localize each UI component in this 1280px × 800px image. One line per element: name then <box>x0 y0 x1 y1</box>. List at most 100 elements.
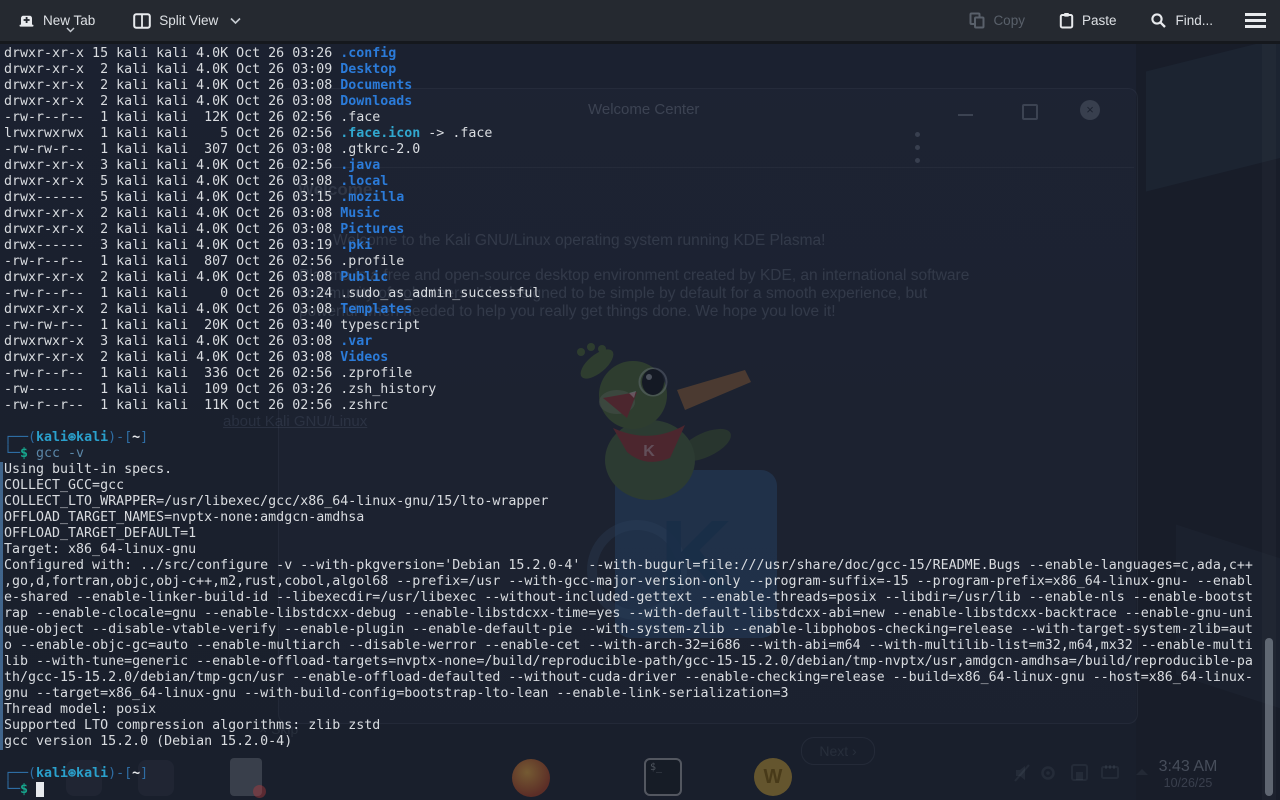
ls-row: drwxr-xr-x 2 kali kali 4.0K Oct 26 03:08… <box>4 206 1253 222</box>
ls-row: drwxr-xr-x 2 kali kali 4.0K Oct 26 03:08… <box>4 302 1253 318</box>
file-name: .java <box>340 158 380 173</box>
file-name: .face.icon <box>340 126 420 141</box>
output-line: th/gcc-15-15.2.0/debian/tmp-gcn/usr --en… <box>4 670 1253 686</box>
output-line: Configured with: ../src/configure -v --w… <box>4 558 1253 574</box>
split-view-icon <box>133 13 151 29</box>
file-name: Public <box>340 270 388 285</box>
file-name: .zprofile <box>340 366 412 381</box>
scrollbar-thumb[interactable] <box>1265 638 1273 796</box>
chevron-down-icon <box>66 27 75 33</box>
menu-button[interactable] <box>1237 0 1274 43</box>
ls-row: -rw-rw-r-- 1 kali kali 20K Oct 26 03:40 … <box>4 318 1253 334</box>
prompt-user: kali⊛kali <box>36 766 108 781</box>
output-line: Using built-in specs. <box>4 462 1253 478</box>
file-name: Pictures <box>340 222 404 237</box>
split-view-button[interactable]: Split View <box>123 0 251 43</box>
prompt-line: ┌──(kali⊛kali)-[~] <box>4 766 1253 782</box>
file-name: .zsh_history <box>340 382 436 397</box>
copy-icon <box>969 12 985 29</box>
ls-row: drwx------ 5 kali kali 4.0K Oct 26 03:15… <box>4 190 1253 206</box>
ls-row: -rw-r--r-- 1 kali kali 336 Oct 26 02:56 … <box>4 366 1253 382</box>
ls-row: -rw-r--r-- 1 kali kali 12K Oct 26 02:56 … <box>4 110 1253 126</box>
file-name: typescript <box>340 318 420 333</box>
output-line: Target: x86_64-linux-gnu <box>4 542 1253 558</box>
prompt-user: kali⊛kali <box>36 430 108 445</box>
new-tab-icon <box>18 12 35 29</box>
prompt-line: └─$ gcc -v <box>4 446 1253 462</box>
prompt-line: ┌──(kali⊛kali)-[~] <box>4 430 1253 446</box>
file-name: .sudo_as_admin_successful <box>340 286 540 301</box>
ls-row: drwxr-xr-x 2 kali kali 4.0K Oct 26 03:08… <box>4 350 1253 366</box>
file-name: Documents <box>340 78 412 93</box>
file-name: Videos <box>340 350 388 365</box>
terminal-text: drwxr-xr-x 15 kali kali 4.0K Oct 26 03:2… <box>4 46 1253 798</box>
scrollbar-track[interactable] <box>1262 44 1276 800</box>
new-tab-button[interactable]: New Tab <box>8 0 105 43</box>
ls-row: -rw-rw-r-- 1 kali kali 307 Oct 26 03:08 … <box>4 142 1253 158</box>
ls-row: drwxr-xr-x 2 kali kali 4.0K Oct 26 03:09… <box>4 62 1253 78</box>
ls-row: -rw-r--r-- 1 kali kali 11K Oct 26 02:56 … <box>4 398 1253 414</box>
ls-row: drwxr-xr-x 5 kali kali 4.0K Oct 26 03:08… <box>4 174 1253 190</box>
ls-row: drwxr-xr-x 2 kali kali 4.0K Oct 26 03:08… <box>4 270 1253 286</box>
file-name: Downloads <box>340 94 412 109</box>
file-name: Templates <box>340 302 412 317</box>
paste-button[interactable]: Paste <box>1049 0 1127 43</box>
file-name: .pki <box>340 238 372 253</box>
prompt-path: ~ <box>132 430 140 445</box>
prompt-path: ~ <box>132 766 140 781</box>
terminal[interactable]: Welcome Welcome to the Kali GNU/Linux op… <box>0 44 1280 800</box>
terminal-cursor <box>36 782 44 797</box>
output-line: Thread model: posix <box>4 702 1253 718</box>
ls-row: drwxr-xr-x 15 kali kali 4.0K Oct 26 03:2… <box>4 46 1253 62</box>
qterminal-window: New Tab Split View Copy <box>0 0 1280 800</box>
output-line: Supported LTO compression algorithms: zl… <box>4 718 1253 734</box>
output-line: OFFLOAD_TARGET_DEFAULT=1 <box>4 526 1253 542</box>
search-icon <box>1150 12 1167 29</box>
command-text: gcc -v <box>36 446 84 461</box>
chevron-down-icon <box>230 17 241 25</box>
output-accent-bar <box>0 462 3 750</box>
output-line: rap --enable-clocale=gnu --enable-libstd… <box>4 606 1253 622</box>
file-name: .config <box>340 46 396 61</box>
ls-row: -rw------- 1 kali kali 109 Oct 26 03:26 … <box>4 382 1253 398</box>
output-line: e-shared --enable-linker-build-id --libe… <box>4 590 1253 606</box>
output-line: gnu --target=x86_64-linux-gnu --with-bui… <box>4 686 1253 702</box>
ls-row: drwxrwxr-x 3 kali kali 4.0K Oct 26 03:08… <box>4 334 1253 350</box>
ls-row: drwxr-xr-x 3 kali kali 4.0K Oct 26 02:56… <box>4 158 1253 174</box>
output-line: o --enable-objc-gc=auto --enable-multiar… <box>4 638 1253 654</box>
ls-row: drwx------ 3 kali kali 4.0K Oct 26 03:19… <box>4 238 1253 254</box>
ls-row: drwxr-xr-x 2 kali kali 4.0K Oct 26 03:08… <box>4 222 1253 238</box>
split-view-label: Split View <box>159 13 218 28</box>
output-line: lib --with-tune=generic --enable-offload… <box>4 654 1253 670</box>
file-name: .face <box>340 110 380 125</box>
output-line: COLLECT_GCC=gcc <box>4 478 1253 494</box>
ls-row: lrwxrwxrwx 1 kali kali 5 Oct 26 02:56 .f… <box>4 126 1253 142</box>
ls-row: -rw-r--r-- 1 kali kali 0 Oct 26 03:24 .s… <box>4 286 1253 302</box>
terminal-line <box>4 750 1253 766</box>
ls-row: -rw-r--r-- 1 kali kali 807 Oct 26 02:56 … <box>4 254 1253 270</box>
output-line: que-object --disable-vtable-verify --ena… <box>4 622 1253 638</box>
terminal-line <box>4 414 1253 430</box>
file-name: .profile <box>340 254 404 269</box>
file-name: .gtkrc-2.0 <box>340 142 420 157</box>
find-button[interactable]: Find... <box>1140 0 1223 43</box>
prompt-line: └─$ <box>4 782 1253 798</box>
hamburger-menu-icon <box>1245 13 1266 28</box>
find-label: Find... <box>1175 13 1213 28</box>
terminal-toolbar: New Tab Split View Copy <box>0 0 1280 44</box>
copy-label: Copy <box>993 13 1025 28</box>
copy-button[interactable]: Copy <box>959 0 1035 43</box>
file-name: Desktop <box>340 62 396 77</box>
file-name: .local <box>340 174 388 189</box>
paste-icon <box>1059 12 1074 29</box>
ls-row: drwxr-xr-x 2 kali kali 4.0K Oct 26 03:08… <box>4 94 1253 110</box>
output-line: COLLECT_LTO_WRAPPER=/usr/libexec/gcc/x86… <box>4 494 1253 510</box>
output-line: ,go,d,fortran,objc,obj-c++,m2,rust,cobol… <box>4 574 1253 590</box>
file-name: .zshrc <box>340 398 388 413</box>
paste-label: Paste <box>1082 13 1117 28</box>
file-name: .mozilla <box>340 190 404 205</box>
output-line: gcc version 15.2.0 (Debian 15.2.0-4) <box>4 734 1253 750</box>
file-name: .var <box>340 334 372 349</box>
ls-row: drwxr-xr-x 2 kali kali 4.0K Oct 26 03:08… <box>4 78 1253 94</box>
output-line: OFFLOAD_TARGET_NAMES=nvptx-none:amdgcn-a… <box>4 510 1253 526</box>
